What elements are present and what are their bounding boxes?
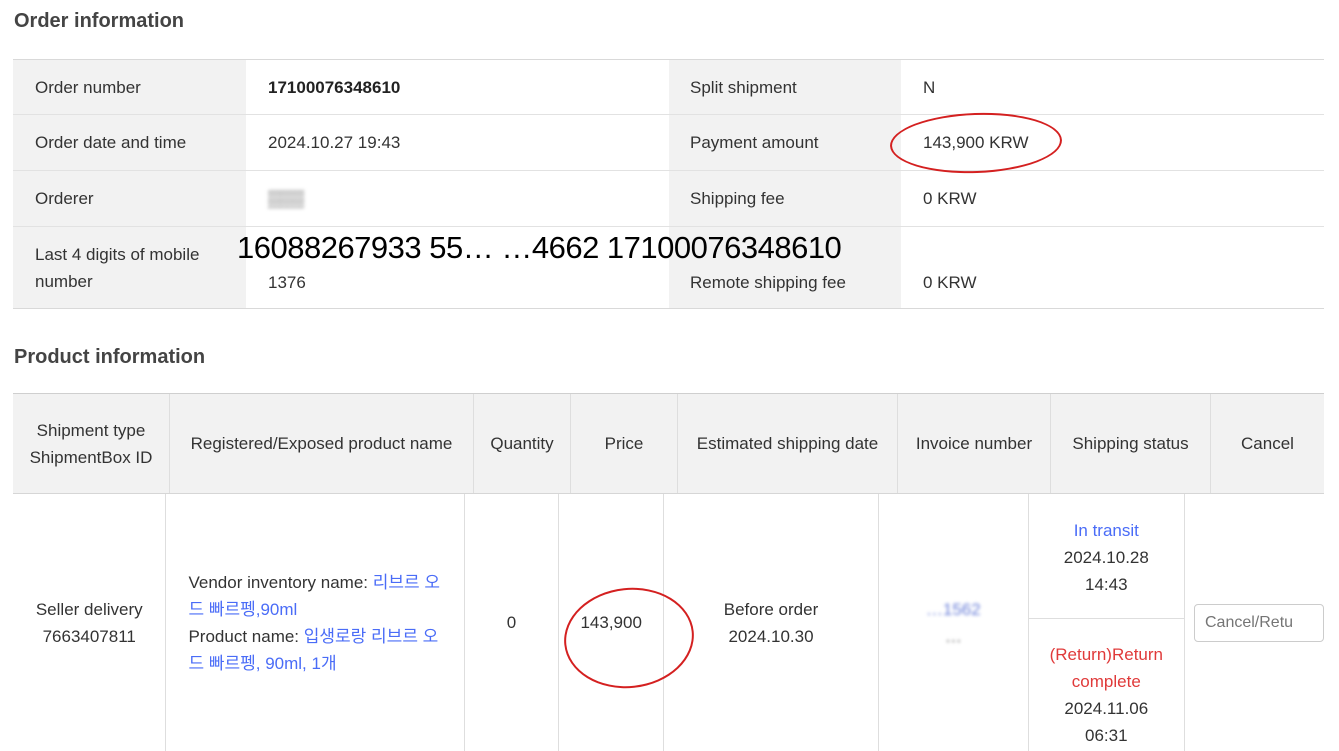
header-quantity: Quantity <box>474 394 571 493</box>
cancel-return-input[interactable] <box>1194 603 1324 642</box>
shipmentbox-id-value: 7663407811 <box>42 626 136 646</box>
order-date-label: Order date and time <box>13 115 246 170</box>
orderer-redacted: ▒▒▒ <box>268 189 305 208</box>
invoice-number-link[interactable]: …1562 <box>926 596 981 623</box>
product-information-table: Shipment type ShipmentBox ID Registered/… <box>13 393 1324 751</box>
order-date-value: 2024.10.27 19:43 <box>246 115 669 170</box>
orderer-value: ▒▒▒ <box>246 171 669 226</box>
return-complete-label: (Return)Return complete <box>1049 645 1163 691</box>
invoice-number-cell: …1562 … <box>879 494 1029 751</box>
return-complete-date: 2024.11.06 <box>1064 699 1149 718</box>
product-information-title: Product information <box>14 346 206 368</box>
header-cancel: Cancel <box>1241 434 1294 453</box>
header-estimated-shipping: Estimated shipping date <box>678 394 898 493</box>
shipping-status-cell: In transit 2024.10.28 14:43 (Return)Retu… <box>1028 494 1185 751</box>
product-name-cell: Vendor inventory name: 리브르 오 드 빠르펭,90ml … <box>166 494 465 751</box>
split-shipment-label: Split shipment <box>669 60 901 114</box>
estimated-shipping-date: 2024.10.30 <box>728 626 814 646</box>
price-value: 143,900 <box>559 494 664 751</box>
order-row: Orderer ▒▒▒ Shipping fee 0 KRW <box>13 171 1324 227</box>
order-number-label: Order number <box>13 60 246 114</box>
return-complete-time: 06:31 <box>1085 726 1128 745</box>
status-return-complete: (Return)Return complete 2024.11.06 06:31 <box>1029 619 1184 751</box>
header-price: Price <box>571 394 678 493</box>
carrier-name: … <box>944 626 962 646</box>
estimated-shipping-cell: Before order 2024.10.30 <box>664 494 880 751</box>
header-shipping-status: Shipping status <box>1051 394 1211 493</box>
shipment-type-value: Seller delivery <box>35 599 143 619</box>
order-information-table: Order number 17100076348610 Split shipme… <box>13 59 1324 309</box>
order-row: Order date and time 2024.10.27 19:43 Pay… <box>13 115 1324 171</box>
in-transit-link[interactable]: In transit <box>1074 517 1139 544</box>
shipping-fee-label: Shipping fee <box>669 171 901 226</box>
in-transit-time: 14:43 <box>1085 575 1128 594</box>
shipping-fee-value: 0 KRW <box>901 171 1324 226</box>
cancel-cell <box>1185 494 1324 751</box>
order-row: Order number 17100076348610 Split shipme… <box>13 60 1324 115</box>
orderer-label: Orderer <box>13 171 246 226</box>
order-information-title: Order information <box>14 10 185 32</box>
table-row: Seller delivery 7663407811 Vendor invent… <box>13 494 1324 751</box>
product-table-header: Shipment type ShipmentBox ID Registered/… <box>13 394 1324 494</box>
vendor-inventory-label: Vendor inventory name: <box>188 572 373 592</box>
payment-amount-value: 143,900 KRW <box>901 115 1324 170</box>
shipment-type-cell: Seller delivery 7663407811 <box>13 494 167 751</box>
header-product-name: Registered/Exposed product name <box>170 394 474 493</box>
overlay-tracking-text: 16088267933 55… …4662 17100076348610 <box>237 230 842 265</box>
status-in-transit: In transit 2024.10.28 14:43 <box>1028 494 1184 619</box>
order-number-value: 17100076348610 <box>246 60 669 114</box>
quantity-value: 0 <box>465 494 560 751</box>
mobile-digits-label: Last 4 digits of mobile number <box>13 227 246 308</box>
estimated-shipping-label: Before order <box>723 599 819 619</box>
product-name-label: Product name: <box>188 626 304 646</box>
in-transit-date: 2024.10.28 <box>1063 548 1149 567</box>
split-shipment-value: N <box>901 60 1324 114</box>
remote-shipping-fee-value: 0 KRW <box>901 227 1324 308</box>
header-shipment-type: Shipment type ShipmentBox ID <box>13 394 170 493</box>
header-invoice-number: Invoice number <box>898 394 1051 493</box>
payment-amount-label: Payment amount <box>669 115 901 170</box>
